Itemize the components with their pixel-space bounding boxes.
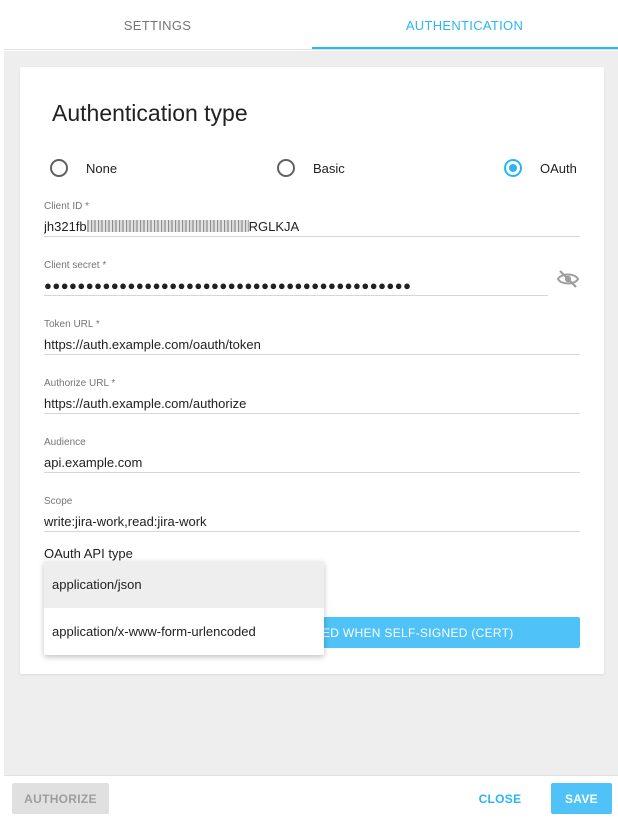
client-id-field[interactable]: Client ID * jh321fb RGLKJA [44,201,580,239]
dropdown-option-json[interactable]: application/json [44,561,324,608]
oauth-api-type-label: OAuth API type [44,546,133,561]
authorize-url-underline [44,413,580,414]
authorize-url-label: Authorize URL * [44,378,116,389]
scope-underline [44,531,580,532]
authorize-url-field[interactable]: Authorize URL * https://auth.example.com… [44,378,580,416]
radio-oauth-circle[interactable] [504,159,522,177]
radio-oauth-label: OAuth [540,160,577,176]
audience-field[interactable]: Audience api.example.com [44,437,580,475]
token-url-label: Token URL * [44,319,100,330]
page-title: Authentication type [52,100,248,126]
client-secret-underline [44,295,548,296]
oauth-api-type-dropdown[interactable]: application/json application/x-www-form-… [44,561,324,655]
redacted-region [86,220,249,232]
save-button[interactable]: SAVE [551,783,612,814]
client-id-suffix: RGLKJA [248,219,300,234]
client-id-underline [44,236,580,237]
client-id-label: Client ID * [44,201,90,212]
client-id-prefix: jh321fb [44,219,87,234]
eye-off-icon[interactable] [556,268,580,290]
radio-basic[interactable]: Basic [277,157,345,179]
scope-label: Scope [44,496,73,507]
radio-none-label: None [86,160,118,176]
radio-basic-circle[interactable] [277,159,295,177]
close-button[interactable]: CLOSE [470,783,530,814]
radio-none-circle[interactable] [50,159,68,177]
token-url-underline [44,354,580,355]
client-secret-label: Client secret * [44,260,107,271]
radio-oauth[interactable]: OAuth [504,157,577,179]
self-signed-cert-button[interactable]: ED WHEN SELF-SIGNED (CERT) [314,617,580,648]
radio-basic-label: Basic [313,160,345,176]
radio-none[interactable]: None [50,157,117,179]
tab-authentication[interactable]: AUTHENTICATION [311,0,618,50]
active-tab-indicator [312,47,618,49]
authorize-button[interactable]: AUTHORIZE [12,783,109,814]
scope-field[interactable]: Scope write:jira-work,read:jira-work [44,496,580,534]
tab-settings[interactable]: SETTINGS [4,0,311,50]
token-url-field[interactable]: Token URL * https://auth.example.com/oau… [44,319,580,357]
tab-bar: SETTINGS AUTHENTICATION [4,0,618,50]
audience-label: Audience [44,437,86,448]
client-secret-field[interactable]: Client secret * ●●●●●●●●●●●●●●●●●●●●●●●●… [44,260,548,298]
dropdown-option-form-urlencoded[interactable]: application/x-www-form-urlencoded [44,608,324,655]
audience-underline [44,472,580,473]
